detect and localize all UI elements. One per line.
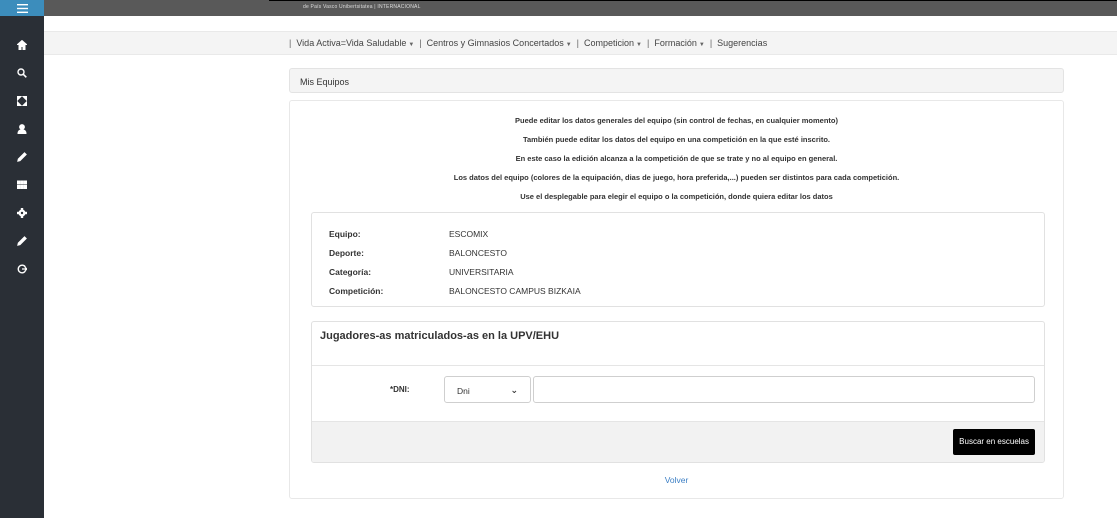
pencil-icon [17,236,27,246]
home-icon [17,40,27,50]
nav-separator: | [647,38,650,48]
user-icon [17,124,27,134]
nav-item-label: Competicion [584,38,635,48]
nav-item-sugerencias[interactable]: Sugerencias [717,38,767,48]
field-value: BALONCESTO [449,248,507,258]
nav-item-label: Vida Activa=Vida Saludable [296,38,407,48]
field-value: UNIVERSITARIA [449,267,514,277]
top-divider [269,0,1117,1]
info-text: Puede editar los datos generales del equ… [290,116,1063,211]
expand-icon [17,96,27,106]
chevron-down-icon: ⌄ [510,385,518,395]
nav-separator: | [709,38,713,48]
field-label: Equipo: [329,229,361,239]
team-details: Equipo: ESCOMIX Deporte: BALONCESTO Cate… [311,212,1045,307]
nav-item-centros[interactable]: Centros y Gimnasios Concertados ▼ [427,38,572,48]
nav-item-label: Formación [654,38,697,48]
field-label: Categoría: [329,267,372,277]
search-schools-button[interactable]: Buscar en escuelas [953,429,1035,455]
info-line: Los datos del equipo (colores de la equi… [453,173,900,182]
sidebar-item-settings[interactable] [0,199,44,227]
dni-input[interactable] [533,376,1035,403]
nav-items: | Vida Activa=Vida Saludable ▼ | Centros … [289,38,767,48]
nav-separator: | [576,38,580,48]
players-title: Jugadores-as matriculados-as en la UPV/E… [312,322,1044,366]
sidebar-item-grid[interactable] [0,171,44,199]
nav-item-label: Centros y Gimnasios Concertados [426,38,564,48]
sidebar-item-pencil[interactable] [0,227,44,255]
sidebar-item-fullscreen[interactable] [0,87,44,115]
caret-down-icon: ▼ [698,42,705,48]
settings-icon [17,208,27,218]
sidebar-item-edit[interactable] [0,143,44,171]
page-title: Mis Equipos [289,68,1064,93]
menu-toggle[interactable] [0,0,44,16]
info-line: En este caso la edición alcanza a la com… [515,154,838,163]
grid-icon [17,180,27,189]
nav-item-formacion[interactable]: Formación ▼ [654,38,704,48]
info-line: También puede editar los datos del equip… [522,135,830,144]
sidebar [0,0,44,518]
dni-row: *DNI: Dni ⌄ [312,376,1044,404]
sidebar-item-search[interactable] [0,59,44,87]
caret-down-icon: ▼ [408,42,415,48]
nav-separator: | [419,38,422,48]
top-bar: de País Vasco Unibertsitatea | INTERNACI… [44,0,1117,16]
menu-icon [16,3,28,13]
info-line: Puede editar los datos generales del equ… [515,116,838,125]
dni-label: *DNI: [390,385,410,394]
players-footer: Buscar en escuelas [312,421,1044,462]
caret-down-icon: ▼ [565,42,572,48]
main-card: Puede editar los datos generales del equ… [289,100,1064,499]
back-link[interactable]: Volver [290,475,1063,485]
field-value: ESCOMIX [449,229,489,239]
field-label: Deporte: [329,248,364,258]
document-type-value: Dni [457,386,470,396]
university-logo-text: de País Vasco Unibertsitatea | INTERNACI… [303,4,421,10]
sidebar-item-user[interactable] [0,115,44,143]
caret-down-icon: ▼ [636,42,642,48]
search-icon [17,68,27,78]
field-label: Competición: [329,286,384,296]
nav-separator: | [289,38,292,48]
field-value: BALONCESTO CAMPUS BIZKAIA [449,286,581,296]
sidebar-item-logout[interactable] [0,255,44,283]
edit-icon [17,152,27,162]
info-line: Use el desplegable para elegir el equipo… [520,192,833,201]
players-panel: Jugadores-as matriculados-as en la UPV/E… [311,321,1045,463]
nav-item-vida-activa[interactable]: Vida Activa=Vida Saludable ▼ [296,38,414,48]
nav-item-competicion[interactable]: Competicion ▼ [584,38,642,48]
logout-icon [17,264,27,274]
sidebar-item-home[interactable] [0,31,44,59]
main-nav: | Vida Activa=Vida Saludable ▼ | Centros … [44,31,1117,55]
document-type-select[interactable]: Dni ⌄ [444,376,531,403]
